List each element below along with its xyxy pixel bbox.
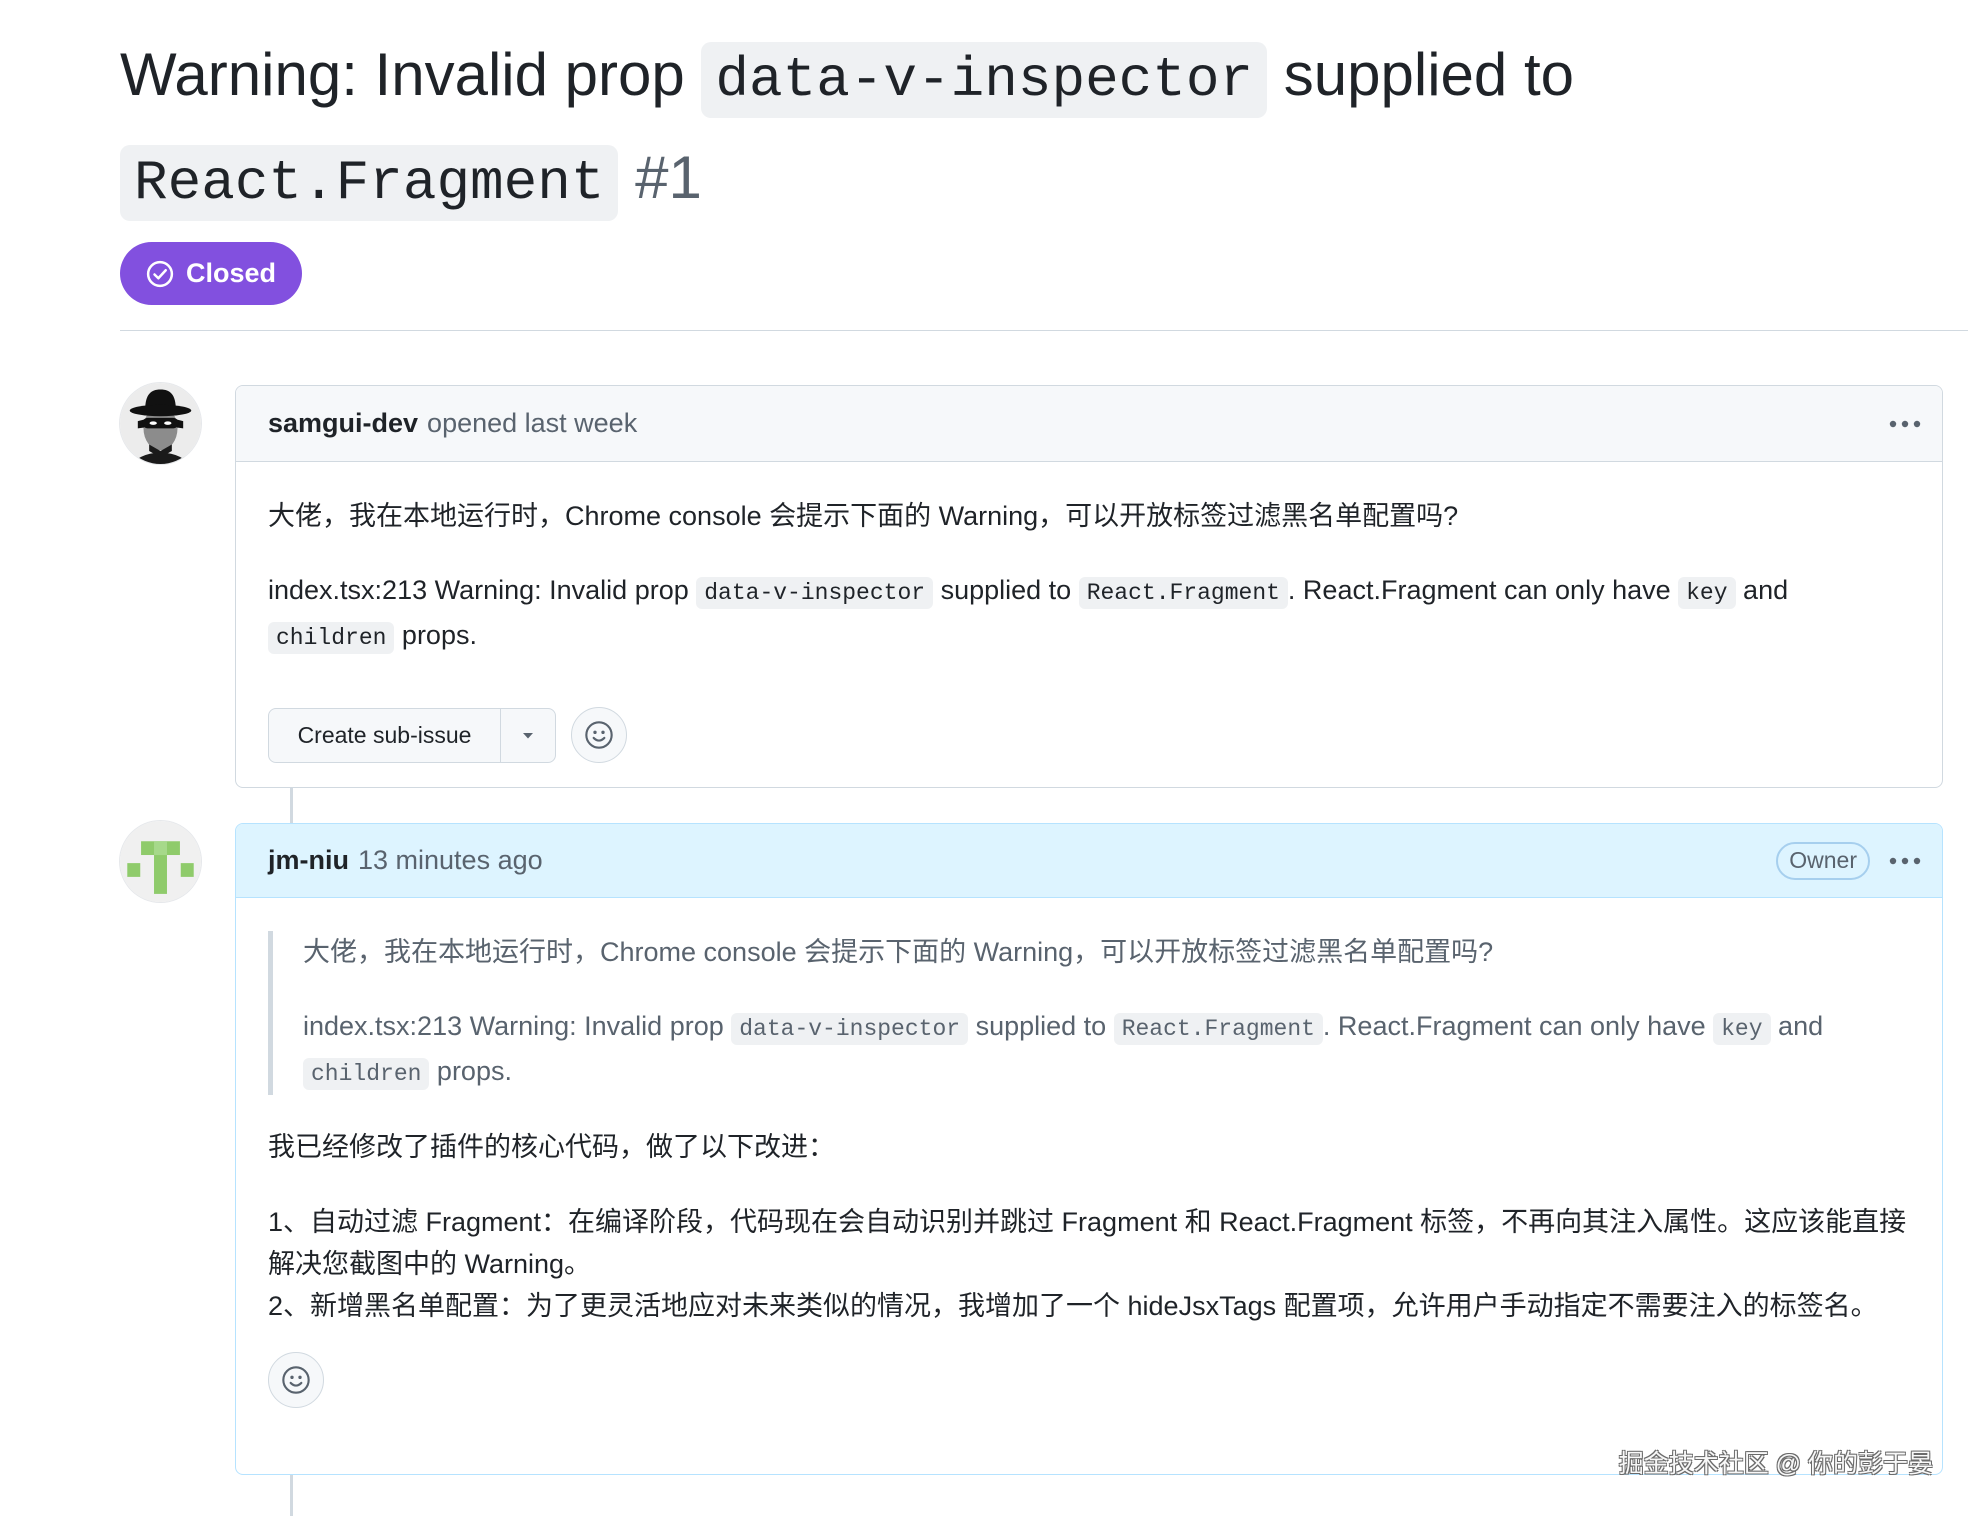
inline-code: data-v-inspector (731, 1013, 969, 1045)
spy-avatar-icon (120, 383, 201, 464)
comment-timestamp[interactable]: opened last week (427, 408, 637, 439)
warning-text: props. (429, 1056, 512, 1086)
timeline-connector (290, 788, 293, 823)
issue-number: #1 (635, 144, 702, 211)
kebab-horizontal-icon[interactable] (1888, 856, 1922, 866)
comment-header: samgui-dev opened last week (236, 386, 1942, 462)
warning-text: and (1735, 575, 1789, 605)
comment-box: jm-niu 13 minutes ago Owner 大佬，我在本地运行时，C… (235, 823, 1943, 1475)
inline-code: data-v-inspector (696, 577, 934, 609)
avatar[interactable] (120, 821, 201, 902)
issue-title: Warning: Invalid prop data-v-inspector s… (120, 26, 1574, 232)
comment-body: 大佬，我在本地运行时，Chrome console 会提示下面的 Warning… (236, 462, 1942, 787)
inline-code: key (1713, 1013, 1771, 1045)
smiley-icon (585, 721, 613, 749)
warning-text: index.tsx:213 Warning: Invalid prop (268, 575, 697, 605)
comment-body: 大佬，我在本地运行时，Chrome console 会提示下面的 Warning… (236, 898, 1942, 1441)
warning-text: supplied to (933, 575, 1079, 605)
issue-title-line: Warning: Invalid prop data-v-inspector s… (120, 26, 1574, 129)
add-reaction-button[interactable] (571, 707, 627, 763)
improvement-item: 2、新增黑名单配置：为了更灵活地应对未来类似的情况，我增加了一个 hideJsx… (268, 1291, 1878, 1321)
inline-code: React.Fragment (1113, 1013, 1323, 1045)
comment-box: samgui-dev opened last week 大佬，我在本地运行时，C… (235, 385, 1943, 788)
identicon-avatar-icon (120, 821, 201, 902)
issue-title-code: data-v-inspector (701, 42, 1268, 118)
triangle-down-icon (523, 733, 533, 739)
issue-title-code: React.Fragment (120, 145, 619, 221)
warning-paragraph: index.tsx:213 Warning: Invalid prop data… (268, 569, 1910, 659)
avatar[interactable] (120, 383, 201, 464)
inline-code: children (303, 1058, 430, 1090)
issue-title-text: Warning: Invalid prop (120, 41, 685, 108)
watermark: 掘金技术社区 @ 你的彭于晏 (1618, 1450, 1933, 1478)
create-sub-issue-dropdown[interactable] (500, 708, 555, 762)
reply-intro: 我已经修改了插件的核心代码，做了以下改进： (268, 1132, 835, 1162)
improvements-list: 1、自动过滤 Fragment：在编译阶段，代码现在会自动识别并跳过 Fragm… (268, 1201, 1910, 1327)
comment-paragraph: 大佬，我在本地运行时，Chrome console 会提示下面的 Warning… (268, 501, 1459, 531)
issue-title-line: React.Fragment #1 (120, 129, 1574, 232)
comment-header: jm-niu 13 minutes ago Owner (236, 824, 1942, 898)
add-reaction-button[interactable] (268, 1352, 324, 1408)
comment-author[interactable]: jm-niu (268, 845, 349, 876)
create-sub-issue-button[interactable]: Create sub-issue (269, 709, 500, 762)
warning-text: . React.Fragment can only have (1322, 1011, 1714, 1041)
quote-paragraph: 大佬，我在本地运行时，Chrome console 会提示下面的 Warning… (303, 937, 1494, 967)
inline-code: children (268, 622, 395, 654)
comment-timestamp[interactable]: 13 minutes ago (358, 845, 543, 876)
comment-actions: Create sub-issue (268, 707, 1910, 763)
quote-warning-paragraph: index.tsx:213 Warning: Invalid prop data… (303, 1005, 1910, 1095)
check-circle-icon (146, 260, 174, 287)
warning-text: supplied to (968, 1011, 1114, 1041)
status-badge: Closed (120, 242, 303, 305)
inline-code: key (1678, 577, 1736, 609)
quoted-reply: 大佬，我在本地运行时，Chrome console 会提示下面的 Warning… (268, 931, 1910, 1095)
create-sub-issue-button-group: Create sub-issue (268, 707, 556, 763)
improvement-item: 1、自动过滤 Fragment：在编译阶段，代码现在会自动识别并跳过 Fragm… (268, 1207, 1907, 1279)
warning-text: index.tsx:213 Warning: Invalid prop (303, 1011, 732, 1041)
inline-code: React.Fragment (1078, 577, 1288, 609)
warning-text: . React.Fragment can only have (1287, 575, 1679, 605)
comment-author[interactable]: samgui-dev (268, 408, 418, 439)
timeline-connector (290, 1475, 293, 1516)
owner-badge: Owner (1776, 841, 1870, 880)
kebab-horizontal-icon[interactable] (1888, 419, 1922, 429)
status-label: Closed (186, 258, 277, 288)
smiley-icon (282, 1366, 310, 1394)
warning-text: and (1770, 1011, 1824, 1041)
warning-text: props. (394, 620, 477, 650)
issue-title-text: supplied to (1283, 41, 1574, 108)
header-divider (120, 330, 1968, 331)
